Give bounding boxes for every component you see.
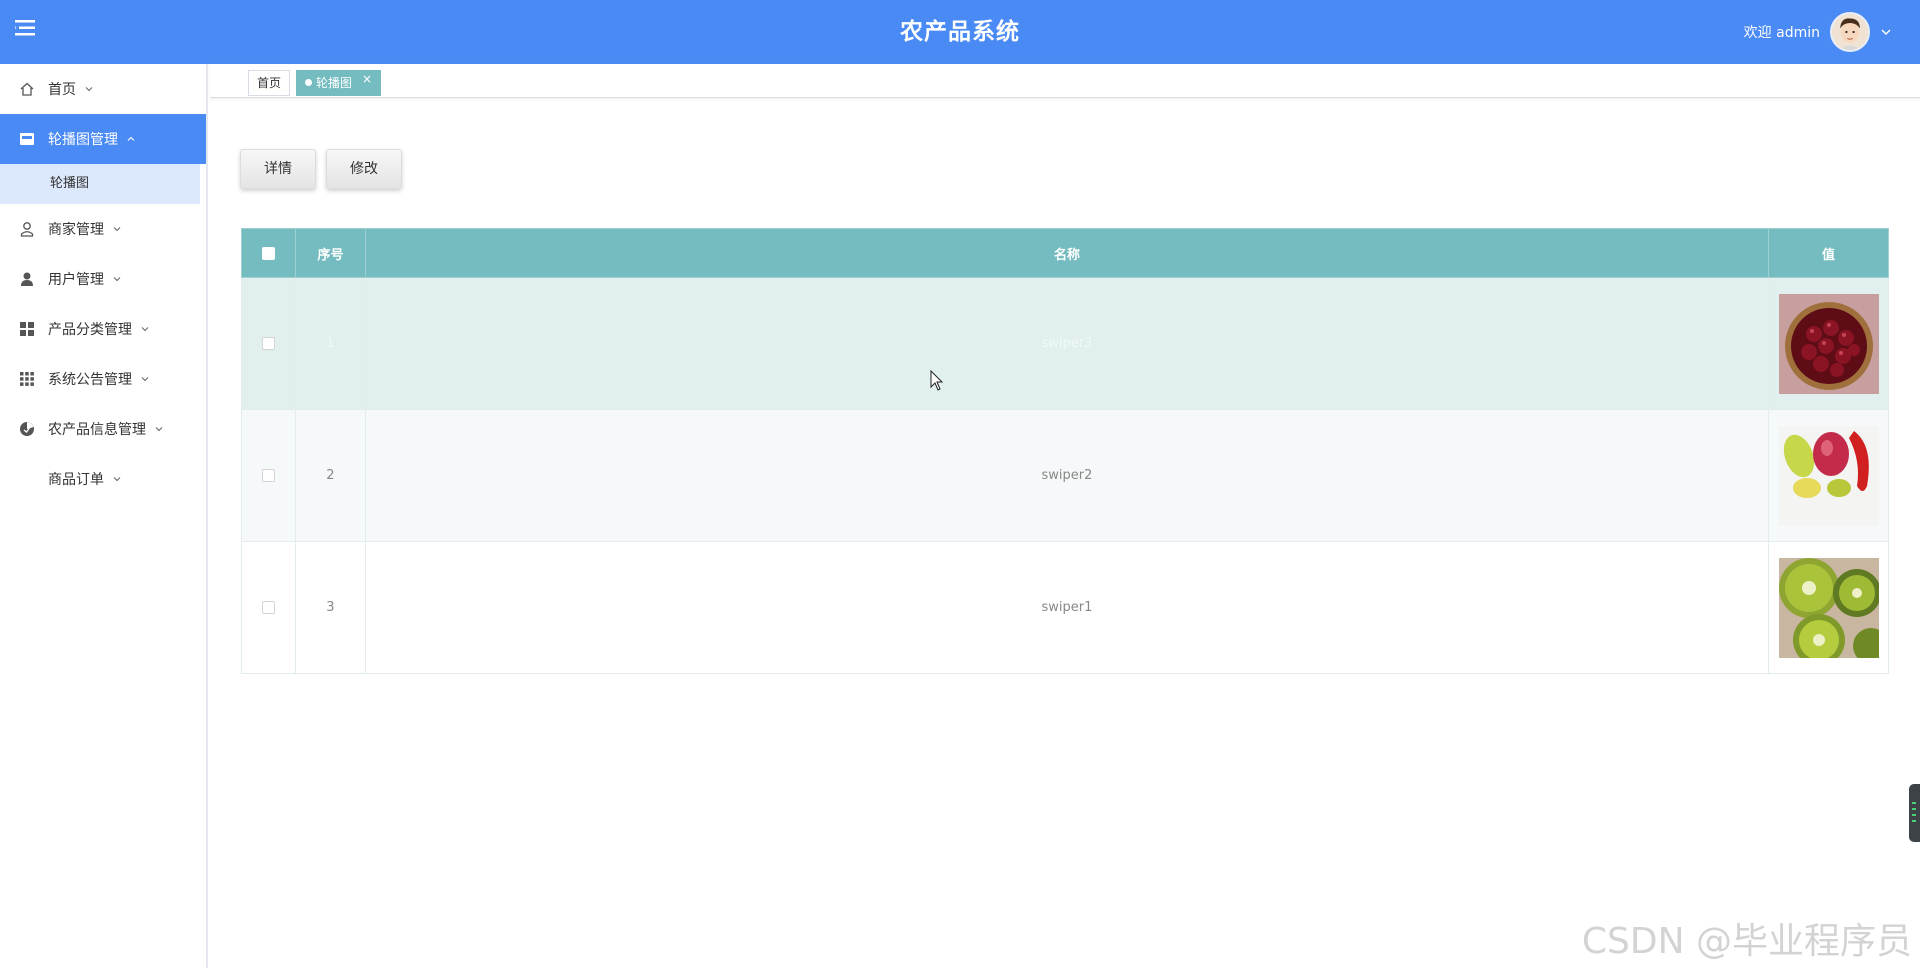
user-menu[interactable]: 欢迎 admin	[1744, 8, 1892, 56]
chevron-up-icon	[127, 136, 135, 141]
welcome-text: 欢迎 admin	[1743, 25, 1820, 41]
cell-name: swiper2	[364, 409, 1770, 542]
chevron-down-icon	[1881, 29, 1891, 35]
sidebar-item-notice-management[interactable]: 系统公告管理	[0, 354, 206, 404]
sidebar-item-label: 轮播图管理	[48, 132, 118, 148]
top-header: 农产品系统 欢迎 admin	[0, 0, 1920, 64]
table-row[interactable]: 2 swiper2	[241, 409, 1889, 542]
select-all-cell	[241, 228, 296, 278]
blank-icon	[18, 471, 35, 488]
sidebar-item-label: 农产品信息管理	[48, 422, 146, 438]
close-icon[interactable]: ×	[362, 67, 372, 91]
active-dot-icon	[305, 79, 312, 86]
row-checkbox[interactable]	[261, 601, 275, 614]
app-title: 农产品系统	[900, 19, 1020, 45]
cell-index: 2	[294, 409, 366, 542]
chevron-down-icon	[85, 87, 93, 92]
table-row[interactable]: 1 swiper3	[241, 277, 1889, 410]
chevron-down-icon	[141, 377, 149, 382]
column-header-name[interactable]: 名称	[364, 228, 1770, 278]
sidebar-item-label: 首页	[48, 82, 76, 98]
pie-icon	[18, 421, 35, 438]
cell-name: swiper3	[364, 277, 1770, 410]
hamburger-icon[interactable]	[15, 19, 37, 37]
detail-button[interactable]: 详情	[240, 149, 316, 189]
row-select-cell	[241, 277, 296, 410]
chevron-down-icon	[113, 477, 121, 482]
grid-icon	[18, 321, 35, 338]
select-all-checkbox[interactable]	[261, 246, 275, 260]
sidebar-item-label: 系统公告管理	[48, 372, 132, 388]
home-icon	[18, 81, 35, 98]
image-icon	[18, 131, 35, 148]
tab-label: 首页	[257, 76, 282, 90]
sidebar-item-category-management[interactable]: 产品分类管理	[0, 304, 206, 354]
row-checkbox[interactable]	[261, 337, 275, 350]
apps-icon	[18, 371, 35, 388]
tags-view-bar: 首页 轮播图 ×	[210, 64, 1920, 98]
cell-name: swiper1	[364, 541, 1770, 674]
cell-image	[1768, 541, 1889, 674]
column-header-value[interactable]: 值	[1768, 228, 1889, 278]
table-header-row: 序号 名称 值	[241, 228, 1889, 278]
sidebar-item-label: 商品订单	[48, 472, 104, 488]
kiwi-image[interactable]	[1778, 557, 1879, 658]
floating-side-widget[interactable]	[1909, 784, 1920, 842]
mouse-cursor-icon	[930, 370, 944, 391]
user-outline-icon	[18, 221, 35, 238]
sidebar-item-banner-management[interactable]: 轮播图管理	[0, 114, 206, 164]
chevron-down-icon	[113, 277, 121, 282]
tab-home[interactable]: 首页	[248, 70, 291, 96]
cell-image	[1768, 277, 1889, 410]
sidebar-item-merchant-management[interactable]: 商家管理	[0, 204, 206, 254]
tab-label: 轮播图	[316, 76, 353, 90]
sidebar-item-label: 用户管理	[48, 272, 104, 288]
sidebar-item-label: 商家管理	[48, 222, 104, 238]
sidebar-item-product-info-management[interactable]: 农产品信息管理	[0, 404, 206, 454]
submenu-item-banner[interactable]: 轮播图	[0, 164, 200, 204]
row-select-cell	[241, 409, 296, 542]
cell-image	[1768, 409, 1889, 542]
row-select-cell	[241, 541, 296, 674]
row-checkbox[interactable]	[261, 469, 275, 482]
cell-index: 1	[294, 277, 366, 410]
sidebar-item-user-management[interactable]: 用户管理	[0, 254, 206, 304]
chevron-down-icon	[113, 227, 121, 232]
sidebar-item-orders[interactable]: 商品订单	[0, 454, 206, 504]
column-header-index[interactable]: 序号	[294, 228, 366, 278]
table-row[interactable]: 3 swiper1	[241, 541, 1889, 674]
user-solid-icon	[18, 271, 35, 288]
sidebar-item-home[interactable]: 首页	[0, 64, 206, 114]
tab-banner[interactable]: 轮播图 ×	[296, 67, 382, 96]
sidebar: 首页 轮播图管理 轮播图 商家管理 用户管理 产品分类管理 系统公告管理 农产品…	[0, 64, 208, 968]
banner-table: 序号 名称 值 1 swiper3 2 swiper2 3 swiper1	[241, 228, 1889, 674]
edit-button[interactable]: 修改	[326, 149, 402, 189]
chevron-down-icon	[141, 327, 149, 332]
chevron-down-icon	[155, 427, 163, 432]
sidebar-item-label: 产品分类管理	[48, 322, 132, 338]
user-avatar[interactable]	[1830, 12, 1870, 52]
cherries-image[interactable]	[1778, 293, 1879, 394]
peppers-image[interactable]	[1778, 425, 1879, 526]
watermark: CSDN @毕业程序员	[1581, 921, 1912, 962]
cell-index: 3	[294, 541, 366, 674]
